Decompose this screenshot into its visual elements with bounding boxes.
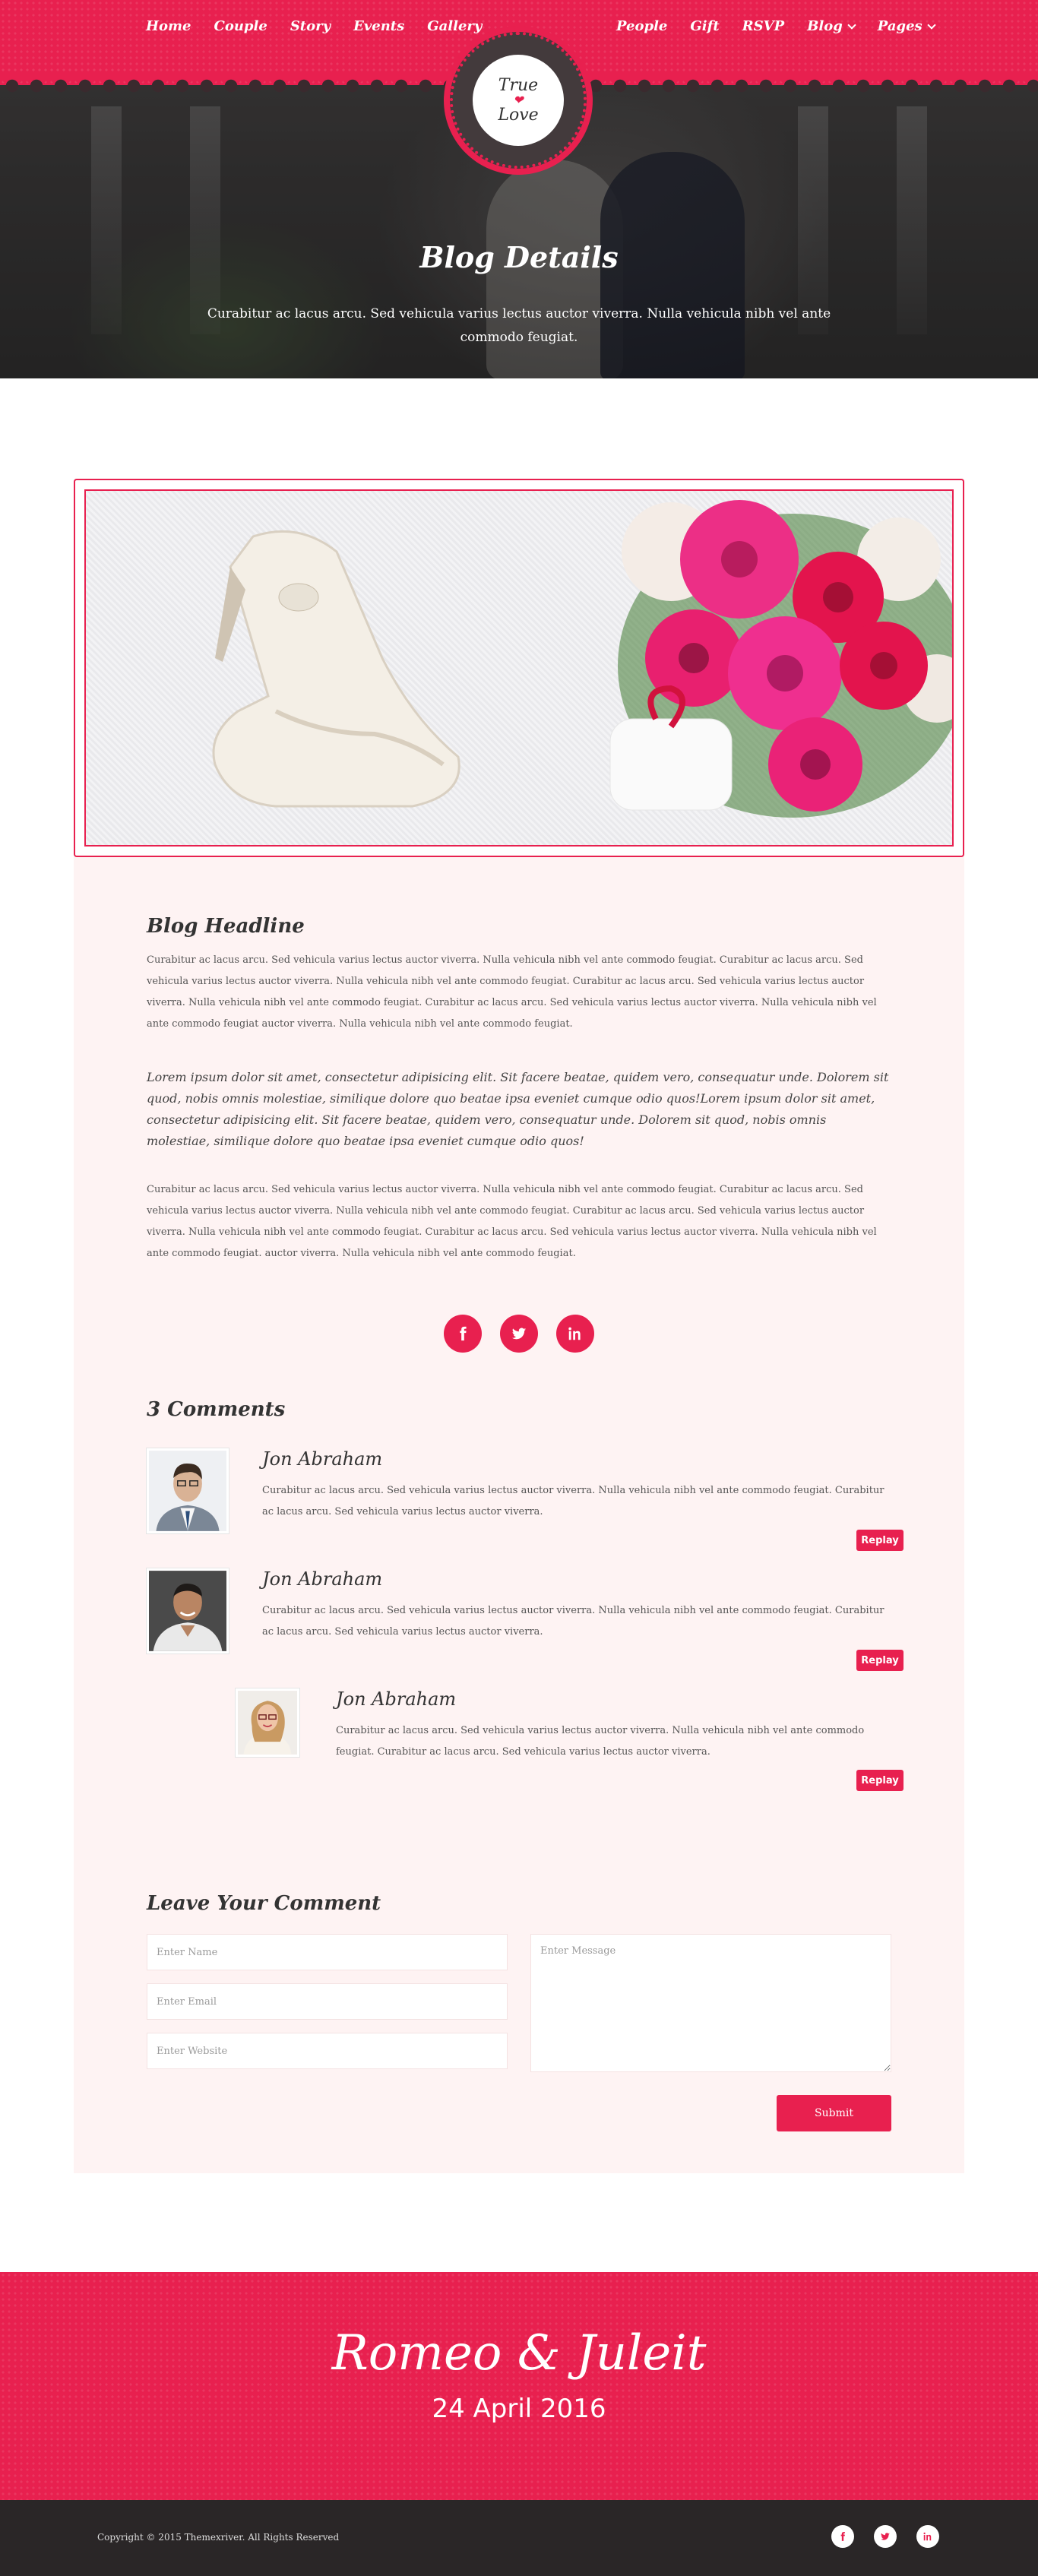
nav-gallery[interactable]: Gallery [427,18,482,34]
nav-people[interactable]: People [616,18,667,34]
twitter-icon [881,2533,890,2540]
footer-facebook-link[interactable] [831,2525,854,2548]
email-input[interactable] [147,1983,508,2020]
comment-author: Jon Abraham [262,1568,383,1590]
reply-button[interactable]: Replay [856,1770,904,1791]
nav-pages[interactable]: Pages [877,18,936,34]
person-avatar-image [149,1451,226,1531]
shoe-illustration [212,530,460,808]
comments-title: 3 Comments [147,1398,286,1421]
share-buttons [0,1315,1038,1353]
twitter-icon [511,1328,527,1340]
nav-couple[interactable]: Couple [214,18,267,34]
avatar [147,1568,229,1654]
twitter-share-button[interactable] [500,1315,538,1353]
heart-icon: ❤ [513,93,524,107]
page-title: Blog Details [419,240,619,274]
message-textarea[interactable] [530,1934,891,2072]
reply-button[interactable]: Replay [856,1650,904,1671]
comment-item: Jon Abraham Curabitur ac lacus arcu. Sed… [147,1568,891,1682]
page-subtitle: Curabitur ac lacus arcu. Sed vehicula va… [207,306,831,345]
comment-text: Curabitur ac lacus arcu. Sed vehicula va… [262,1605,885,1638]
facebook-share-button[interactable] [444,1315,482,1353]
website-input[interactable] [147,2033,508,2069]
linkedin-icon [923,2532,932,2541]
facebook-icon [460,1326,467,1341]
chevron-down-icon [927,20,936,30]
comment-text: Curabitur ac lacus arcu. Sed vehicula va… [262,1485,885,1517]
facebook-icon [840,2532,845,2541]
nav-blog-label: Blog [807,18,843,34]
nav-right: People Gift RSVP Blog Pages [616,18,936,34]
avatar [236,1688,299,1757]
copyright-text: Copyright © 2015 Themexriver. All Rights… [97,2532,340,2543]
nav-left: Home Couple Story Events Gallery [146,18,482,34]
person-avatar-image [149,1571,226,1651]
wedding-date: 24 April 2016 [432,2394,606,2424]
reply-button[interactable]: Replay [856,1530,904,1551]
nav-blog[interactable]: Blog [807,18,856,34]
footer-social-links [831,2525,939,2548]
nav-home[interactable]: Home [146,18,191,34]
blog-quote: Lorem ipsum dolor sit amet, consectetur … [147,1070,889,1148]
nav-events[interactable]: Events [353,18,404,34]
nav-rsvp[interactable]: RSVP [742,18,784,34]
logo-text-top: True [498,75,539,95]
avatar [147,1448,229,1533]
footer-linkedin-link[interactable] [916,2525,939,2548]
logo-text-bottom: Love [498,106,539,125]
comment-reply-item: Jon Abraham Curabitur ac lacus arcu. Sed… [236,1688,889,1802]
submit-button[interactable]: Submit [777,2095,891,2131]
linkedin-icon [568,1327,581,1340]
linkedin-share-button[interactable] [556,1315,594,1353]
couple-names: Romeo & Juleit [331,2325,707,2381]
blog-paragraph-2: Curabitur ac lacus arcu. Sed vehicula va… [147,1184,877,1259]
footer-twitter-link[interactable] [874,2525,897,2548]
comment-form-title: Leave Your Comment [147,1892,381,1915]
nav-story[interactable]: Story [290,18,331,34]
featured-image [84,489,954,847]
logo-inner: True ❤ Love [473,55,564,146]
comment-text: Curabitur ac lacus arcu. Sed vehicula va… [336,1725,865,1758]
blog-headline: Blog Headline [147,915,305,938]
blog-paragraph-1: Curabitur ac lacus arcu. Sed vehicula va… [147,954,877,1030]
bouquet-illustration [609,500,952,818]
featured-image-frame [74,479,964,857]
name-input[interactable] [147,1934,508,1970]
comment-item: Jon Abraham Curabitur ac lacus arcu. Sed… [147,1448,891,1562]
nav-pages-label: Pages [877,18,922,34]
person-avatar-image [238,1691,297,1755]
nav-gift[interactable]: Gift [690,18,719,34]
site-logo[interactable]: True ❤ Love [444,26,593,175]
chevron-down-icon [847,20,856,30]
comment-author: Jon Abraham [262,1448,383,1470]
couple-banner [0,2272,1038,2500]
comment-author: Jon Abraham [336,1688,457,1710]
logo-ring: True ❤ Love [450,32,587,169]
